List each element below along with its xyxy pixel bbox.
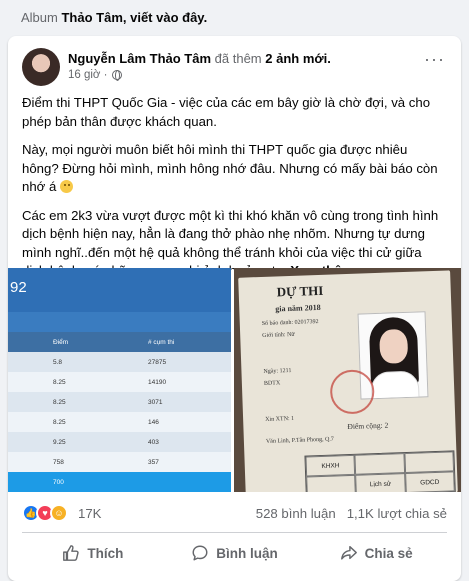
action-count-link[interactable]: 2 ảnh mới.	[265, 51, 331, 66]
grid-cell: KHXH	[305, 454, 356, 477]
exam-card-photo[interactable]: DỰ THI gia năm 2018 Số báo danh: 0201739…	[234, 268, 461, 492]
cluster-cell: 14190	[148, 378, 167, 386]
share-button[interactable]: Chia sẻ	[305, 536, 447, 570]
grid-cell	[404, 451, 455, 474]
post-meta: 16 giờ ·	[68, 69, 122, 81]
exam-card-line: Xin XTN: 1	[265, 415, 295, 423]
action-verb: đã thêm	[214, 51, 262, 66]
table-row: 8.25 146	[8, 412, 231, 432]
grid-cell: Lịch sử	[355, 473, 406, 492]
comment-icon	[192, 545, 208, 561]
author-name-link[interactable]: Nguyễn Lâm Thảo Tâm	[68, 51, 211, 66]
score-cell: 700	[53, 478, 64, 486]
like-label: Thích	[87, 545, 124, 561]
grid-cell	[306, 474, 357, 492]
album-prefix: Album	[21, 10, 58, 25]
post-actions-bar: Thích Bình luận Chia sẻ	[22, 536, 447, 570]
exam-card-line: Ngày: 1211	[263, 367, 292, 375]
exam-card-title: DỰ THI	[276, 282, 324, 300]
score-table-header-band: 92	[8, 268, 231, 312]
post-card: Nguyễn Lâm Thảo Tâm đã thêm 2 ảnh mới. 1…	[8, 36, 461, 581]
engagement-stats: 528 bình luận 1,1K lượt chia sẻ	[256, 506, 447, 521]
care-reaction-icon: ☺	[50, 504, 68, 522]
comment-button[interactable]: Bình luận	[164, 536, 306, 570]
album-breadcrumb: Album Thảo Tâm, viết vào đây.	[21, 10, 207, 25]
score-cell: 8.25	[53, 378, 66, 386]
table-row-highlighted: 700	[8, 472, 231, 492]
post-paragraph: Điểm thi THPT Quốc Gia - việc của các em…	[22, 95, 431, 129]
exam-admission-card: DỰ THI gia năm 2018 Số báo danh: 0201739…	[238, 270, 458, 492]
like-button[interactable]: Thích	[22, 536, 164, 570]
comment-count-link[interactable]: 528 bình luận	[256, 506, 336, 521]
grid-cell	[354, 453, 405, 475]
exam-card-line: Số báo danh: 02017392	[261, 318, 319, 327]
grid-cell: GDCD	[404, 471, 455, 492]
score-col-header: Điểm	[53, 338, 69, 346]
share-count-link[interactable]: 1,1K lượt chia sẻ	[347, 506, 447, 521]
score-cell: 758	[53, 458, 64, 466]
score-cell: 5.8	[53, 358, 63, 366]
score-table-header-row: Điểm # cụm thi	[8, 332, 231, 352]
cluster-cell: 357	[148, 458, 159, 466]
table-row: 8.25 14190	[8, 372, 231, 392]
share-label: Chia sẻ	[364, 545, 413, 561]
cluster-cell: 403	[148, 438, 159, 446]
cluster-cell: 27875	[148, 358, 167, 366]
post-body: Điểm thi THPT Quốc Gia - việc của các em…	[22, 94, 447, 291]
more-options-button[interactable]: ···	[424, 50, 445, 68]
post-header: Nguyễn Lâm Thảo Tâm đã thêm 2 ảnh mới.	[68, 51, 331, 66]
score-cell: 8.25	[53, 418, 66, 426]
post-action-text: đã thêm 2 ảnh mới.	[215, 51, 331, 66]
album-name-link[interactable]: Thảo Tâm, viết vào đây.	[61, 10, 207, 25]
score-table-header-number: 92	[10, 279, 27, 296]
post-paragraph: Này, mọi người muôn biết hôi mình thi TH…	[22, 141, 447, 197]
cluster-col-header: # cụm thi	[148, 338, 175, 346]
globe-icon[interactable]	[111, 70, 122, 81]
score-table-subband	[8, 312, 231, 332]
thumbs-up-icon	[63, 545, 80, 561]
cluster-cell: 3071	[148, 398, 163, 406]
reaction-summary[interactable]: 👍 ♥ ☺ 17K	[22, 504, 101, 522]
action-divider	[22, 532, 447, 533]
comment-label: Bình luận	[216, 545, 278, 561]
photo-grid: 92 Điểm # cụm thi 5.8 27875 8.25 14190 8.2…	[8, 268, 461, 492]
table-row: 5.8 27875	[8, 352, 231, 372]
score-cell: 9.25	[53, 438, 66, 446]
score-table: Điểm # cụm thi 5.8 27875 8.25 14190 8.25 30…	[8, 332, 231, 492]
exam-card-subject-grid: KHXH Lịch sử GDCD	[304, 450, 456, 492]
exam-card-year: gia năm 2018	[275, 302, 321, 314]
score-table-photo[interactable]: 92 Điểm # cụm thi 5.8 27875 8.25 14190 8.2…	[8, 268, 231, 492]
exam-card-line: BDTX	[263, 380, 281, 387]
post-paragraph-text: Này, mọi người muôn biết hôi mình thi TH…	[22, 142, 438, 194]
exam-card-line: Điểm cộng: 2	[347, 420, 389, 432]
share-icon	[340, 545, 357, 560]
reaction-count: 17K	[78, 505, 102, 521]
score-cell: 8.25	[53, 398, 66, 406]
post-timestamp[interactable]: 16 giờ ·	[68, 69, 108, 81]
more-dots-icon: ···	[424, 49, 445, 69]
cluster-cell: 146	[148, 418, 159, 426]
author-avatar[interactable]	[22, 48, 60, 86]
table-row: 9.25 403	[8, 432, 231, 452]
exam-card-line: Văn Linh, P.Tân Phong, Q.7	[265, 436, 334, 445]
table-row: 758 357	[8, 452, 231, 472]
exam-card-line: Giới tính: Nữ	[262, 331, 295, 339]
smile-emoji-icon	[60, 180, 73, 193]
table-row: 8.25 3071	[8, 392, 231, 412]
red-stamp-seal	[329, 369, 375, 415]
